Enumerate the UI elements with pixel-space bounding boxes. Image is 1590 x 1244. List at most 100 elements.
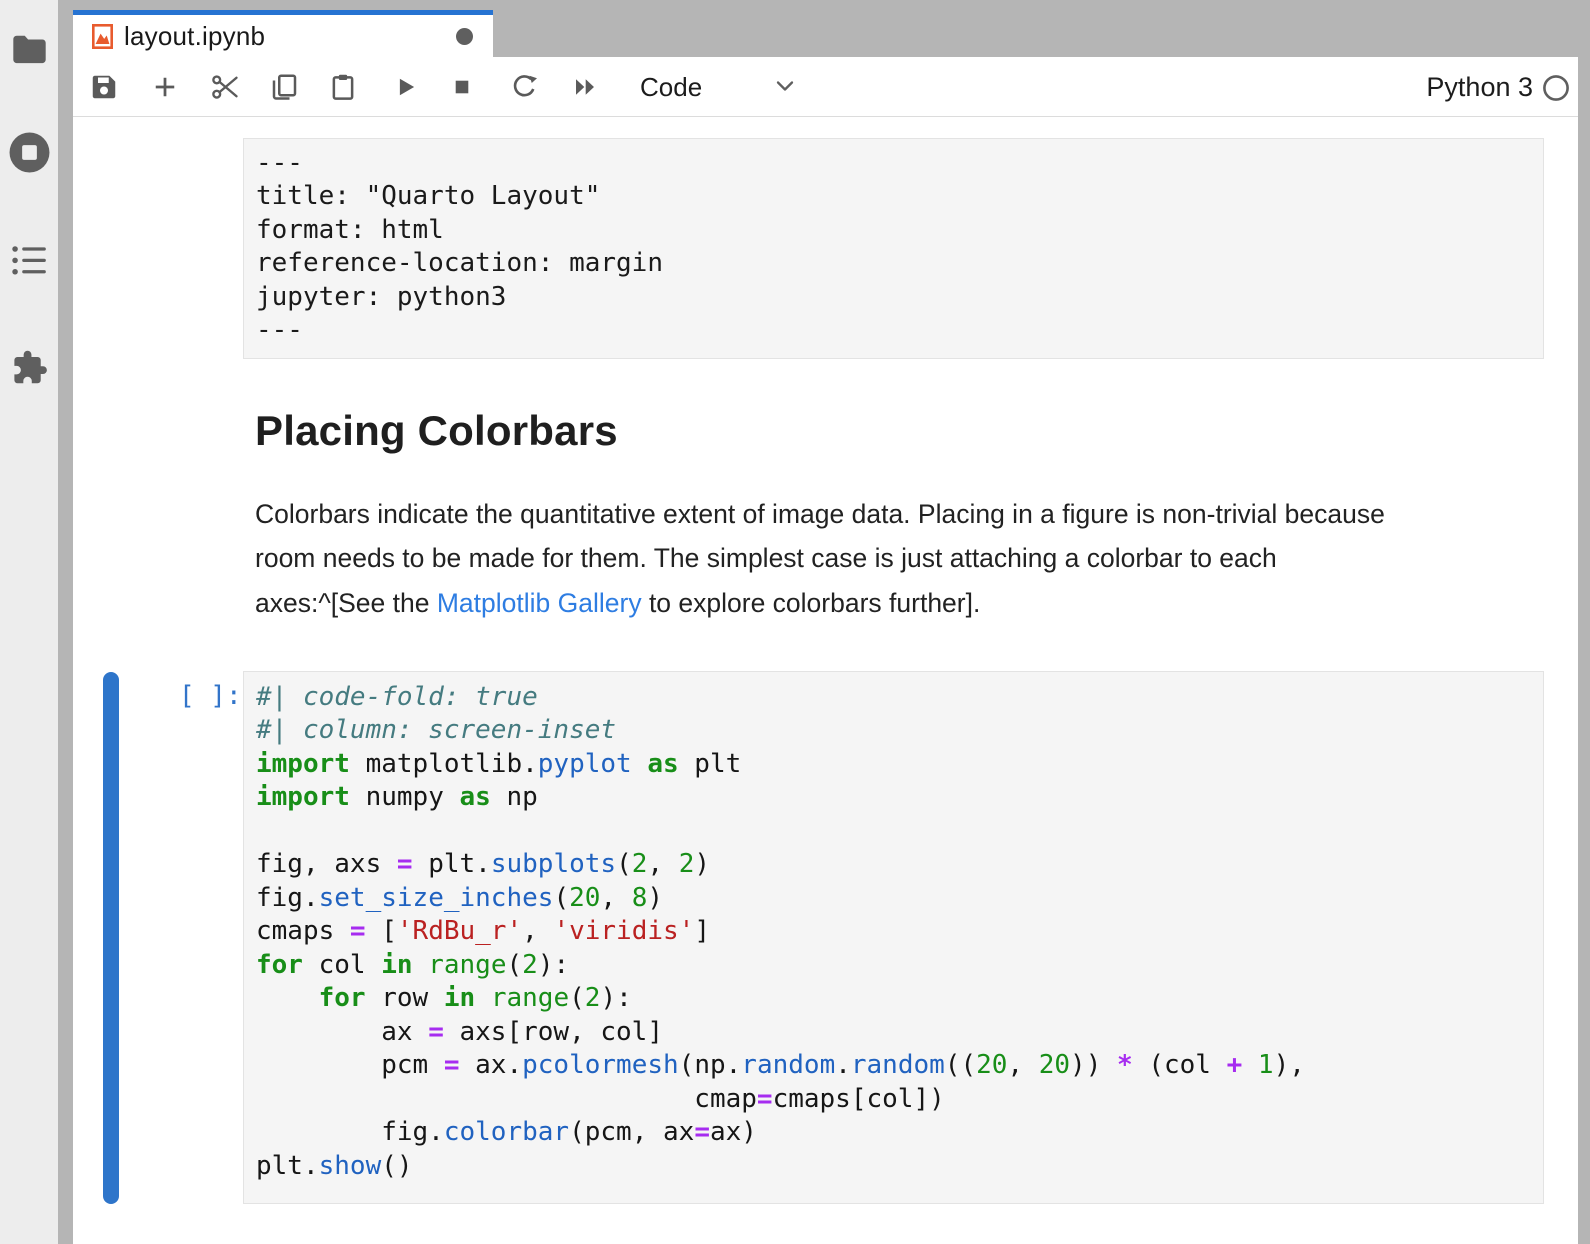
- cell-type-dropdown[interactable]: Code: [640, 72, 702, 103]
- code-token: random: [851, 1050, 945, 1080]
- kernel-status-icon: [1542, 74, 1570, 102]
- raw-line: ---: [256, 314, 1531, 348]
- raw-line: title: "Quarto Layout": [256, 180, 1531, 214]
- code-line[interactable]: fig, axs = plt.subplots(2, 2): [256, 848, 1531, 882]
- code-token: 20: [1039, 1050, 1070, 1080]
- code-token: as: [460, 782, 491, 812]
- raw-line: jupyter: python3: [256, 281, 1531, 315]
- tab-layout-ipynb[interactable]: layout.ipynb: [73, 10, 493, 57]
- insert-cell-button[interactable]: [150, 72, 180, 102]
- restart-run-all-button[interactable]: [570, 72, 600, 102]
- code-line[interactable]: for col in range(2):: [256, 949, 1531, 983]
- paste-cells-button[interactable]: [328, 72, 358, 102]
- sidebar-item-files[interactable]: [0, 34, 58, 65]
- sidebar-item-running[interactable]: [0, 131, 58, 174]
- code-token: fig.: [256, 1117, 444, 1147]
- plus-icon: [150, 72, 180, 102]
- code-line[interactable]: cmap=cmaps[col]): [256, 1083, 1531, 1117]
- code-token: import: [256, 749, 350, 779]
- run-cell-button[interactable]: [390, 72, 420, 102]
- code-token: +: [1227, 1050, 1243, 1080]
- stop-icon: [448, 73, 476, 101]
- code-token: plt.: [256, 1151, 319, 1181]
- save-button[interactable]: [89, 72, 119, 102]
- code-token: [: [366, 916, 397, 946]
- code-token: )): [1070, 1050, 1117, 1080]
- extension-puzzle-icon: [10, 348, 49, 387]
- code-token: for: [256, 950, 303, 980]
- copy-cells-button[interactable]: [269, 72, 299, 102]
- save-icon: [89, 72, 119, 102]
- markdown-text: to explore colorbars further].: [642, 588, 981, 618]
- restart-kernel-button[interactable]: [509, 72, 539, 102]
- code-line[interactable]: fig.colorbar(pcm, ax=ax): [256, 1116, 1531, 1150]
- code-token: set_size_inches: [319, 883, 554, 913]
- code-line[interactable]: [256, 815, 1531, 849]
- code-token: numpy: [350, 782, 460, 812]
- running-kernels-icon: [8, 131, 51, 174]
- code-line[interactable]: cmaps = ['RdBu_r', 'viridis']: [256, 915, 1531, 949]
- code-token: colorbar: [444, 1117, 569, 1147]
- code-token: 'RdBu_r': [397, 916, 522, 946]
- code-token: ,: [600, 883, 631, 913]
- code-token: ):: [538, 950, 569, 980]
- code-token: 20: [976, 1050, 1007, 1080]
- chevron-down-icon[interactable]: [773, 78, 797, 96]
- kernel-indicator[interactable]: Python 3: [1426, 72, 1570, 103]
- notebook-content: --- title: "Quarto Layout" format: html …: [73, 118, 1578, 1244]
- code-token: ax): [710, 1117, 757, 1147]
- code-token: #| code-fold: true: [256, 682, 538, 712]
- code-token: .: [835, 1050, 851, 1080]
- code-token: ): [647, 883, 663, 913]
- code-editor[interactable]: #| code-fold: true#| column: screen-inse…: [256, 681, 1531, 1184]
- code-line[interactable]: fig.set_size_inches(20, 8): [256, 882, 1531, 916]
- code-token: 1: [1258, 1050, 1274, 1080]
- copy-icon: [269, 72, 299, 102]
- raw-cell[interactable]: --- title: "Quarto Layout" format: html …: [243, 138, 1544, 359]
- code-token: in: [444, 983, 475, 1013]
- code-line[interactable]: ax = axs[row, col]: [256, 1016, 1531, 1050]
- code-token: [632, 749, 648, 779]
- code-token: (col: [1133, 1050, 1227, 1080]
- code-token: =: [444, 1050, 460, 1080]
- code-line[interactable]: for row in range(2):: [256, 982, 1531, 1016]
- code-token: =: [428, 1017, 444, 1047]
- sidebar-item-toc[interactable]: [0, 244, 58, 277]
- code-token: matplotlib.: [350, 749, 538, 779]
- play-icon: [391, 73, 419, 101]
- code-token: axs[row, col]: [444, 1017, 663, 1047]
- raw-line: format: html: [256, 214, 1531, 248]
- code-token: col: [303, 950, 381, 980]
- code-token: cmaps[col]): [773, 1084, 945, 1114]
- code-token: #| column: screen-inset: [256, 715, 616, 745]
- code-line[interactable]: #| column: screen-inset: [256, 714, 1531, 748]
- code-line[interactable]: pcm = ax.pcolormesh(np.random.random((20…: [256, 1049, 1531, 1083]
- active-cell-collapser[interactable]: [103, 672, 119, 1204]
- scissors-icon: [209, 72, 241, 102]
- interrupt-kernel-button[interactable]: [447, 72, 477, 102]
- code-token: [475, 983, 491, 1013]
- code-line[interactable]: import numpy as np: [256, 781, 1531, 815]
- code-token: plt: [679, 749, 742, 779]
- dirty-indicator-dot[interactable]: [456, 28, 473, 45]
- code-line[interactable]: plt.show(): [256, 1150, 1531, 1184]
- code-token: *: [1117, 1050, 1133, 1080]
- cut-cells-button[interactable]: [210, 72, 240, 102]
- code-token: 2: [679, 849, 695, 879]
- code-token: ,: [647, 849, 678, 879]
- code-cell[interactable]: #| code-fold: true#| column: screen-inse…: [243, 671, 1544, 1204]
- code-token: fig.: [256, 883, 319, 913]
- markdown-paragraph-line: axes:^[See the Matplotlib Gallery to exp…: [255, 588, 980, 619]
- code-token: ):: [600, 983, 631, 1013]
- code-token: [1242, 1050, 1258, 1080]
- sidebar-item-extensions[interactable]: [0, 348, 58, 387]
- code-token: range: [428, 950, 506, 980]
- code-line[interactable]: import matplotlib.pyplot as plt: [256, 748, 1531, 782]
- code-token: pcolormesh: [522, 1050, 679, 1080]
- matplotlib-gallery-link[interactable]: Matplotlib Gallery: [437, 588, 642, 618]
- code-token: 20: [569, 883, 600, 913]
- code-token: plt.: [413, 849, 491, 879]
- code-line[interactable]: #| code-fold: true: [256, 681, 1531, 715]
- code-token: ax.: [460, 1050, 523, 1080]
- code-token: 8: [632, 883, 648, 913]
